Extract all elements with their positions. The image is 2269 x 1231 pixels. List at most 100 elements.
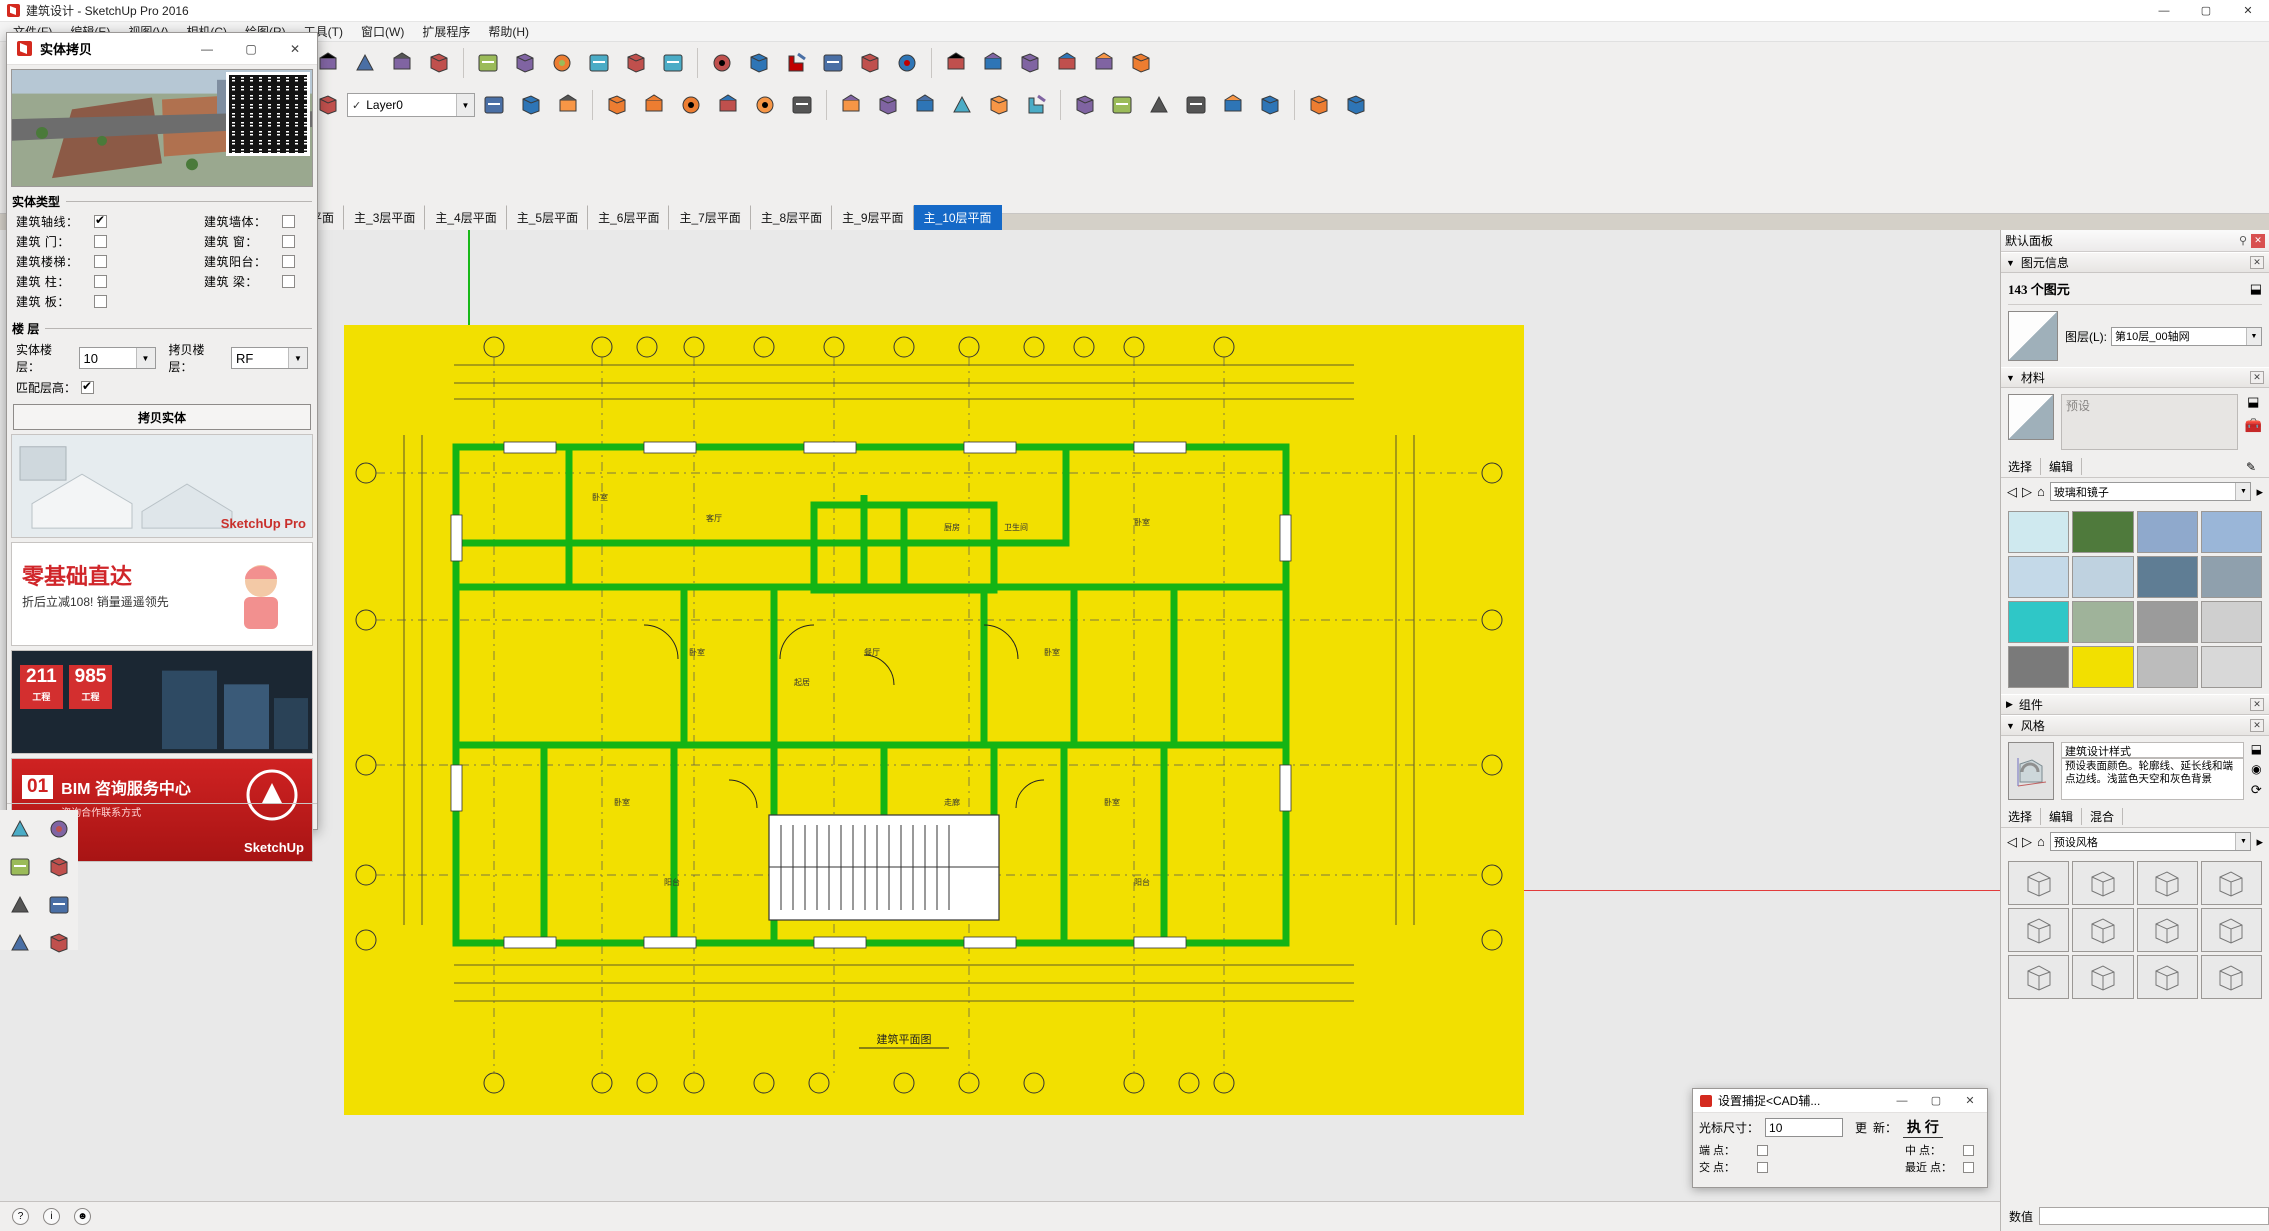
toolbar-button-orbit[interactable] [815,45,851,81]
toolbar-button-next-view[interactable] [1012,45,1048,81]
toolbar-button-push-pull[interactable] [347,45,383,81]
details-icon[interactable]: ▸ [2256,484,2263,500]
scene-tab-4[interactable]: 主_6层平面 [588,205,670,230]
sketchup-pro-ad[interactable]: SketchUp Pro [11,434,313,538]
type-checkbox-2[interactable] [94,255,107,268]
tab-select[interactable]: 选择 [2006,458,2042,475]
type-checkbox2-2[interactable] [282,255,295,268]
entity-material-swatch[interactable] [2008,311,2058,361]
entity-copy-close[interactable]: ✕ [273,33,317,65]
toolbar-button-xray[interactable] [1104,87,1140,123]
toolbar-button-wireframe[interactable] [1178,87,1214,123]
snap-checkbox-0[interactable] [1757,1144,1768,1156]
engineering-ad[interactable]: 211 工程 985 工程 [11,650,313,754]
toolbar-button-scale[interactable] [470,45,506,81]
material-swatch-5[interactable] [2072,556,2134,598]
course-discount-ad[interactable]: 零基础直达 折后立减108! 销量遥遥领先 [11,542,313,646]
materials-close-icon[interactable]: ✕ [2250,371,2264,384]
entity-copy-maximize[interactable]: ▢ [229,33,273,65]
pin-icon[interactable]: ⚲ [2239,234,2247,247]
style-thumbnail-0[interactable] [2008,861,2070,905]
entity-info-close-icon[interactable]: ✕ [2250,256,2264,269]
measurement-input[interactable] [2039,1207,2269,1225]
material-swatch-13[interactable] [2072,646,2134,688]
tool-scale[interactable] [0,848,39,886]
toolbar-button-position-camera[interactable] [1123,45,1159,81]
toolbar-button-interact[interactable] [944,87,980,123]
cursor-size-input[interactable]: 10 [1765,1118,1844,1137]
toolbar-button-3d-text[interactable] [741,45,777,81]
model-canvas[interactable]: 卧室 客厅 厨房 卫生间 卧室 餐厅 起居 卧室 卧室 走廊 卧室 卧室 阳台 阳台 建筑平面… [0,230,2269,1201]
style-thumbnail-8[interactable] [2008,955,2070,999]
tab-select[interactable]: 选择 [2006,808,2042,825]
material-swatch-9[interactable] [2072,601,2134,643]
tool-pan[interactable] [39,848,78,886]
menu-extensions[interactable]: 扩展程序 [413,21,479,42]
section-header-materials[interactable]: ▼ 材料 ✕ [2001,367,2269,388]
style-thumbnail-11[interactable] [2200,955,2262,999]
tray-close-icon[interactable]: ✕ [2251,233,2265,248]
toolbar-button-hidden-line[interactable] [1215,87,1251,123]
section-header-entity-info[interactable]: ▼ 图元信息 ✕ [2001,252,2269,273]
copy-floor-select[interactable]: RF ▼ [231,347,308,369]
toolbar-button-zoom-extents[interactable] [938,45,974,81]
material-swatch-1[interactable] [2072,511,2134,553]
match-height-checkbox[interactable] [81,379,95,394]
tool-person-scale[interactable] [0,886,39,924]
material-swatch-3[interactable] [2200,511,2262,553]
style-thumbnail-5[interactable] [2072,908,2134,952]
material-swatch-14[interactable] [2136,646,2198,688]
toolbar-button-rotate[interactable] [421,45,457,81]
toolbar-button-dynamic-component[interactable] [907,87,943,123]
toolbar-button-protractor[interactable] [581,45,617,81]
scene-tab-2[interactable]: 主_4层平面 [425,205,507,230]
toolbar-button-section-plane[interactable] [778,45,814,81]
components-close-icon[interactable]: ✕ [2250,698,2264,711]
material-library-select[interactable]: 玻璃和镜子 ▼ [2049,482,2252,501]
sample-paint-icon[interactable]: 🧰 [2245,417,2262,434]
menu-window[interactable]: 窗口(W) [352,21,413,42]
material-swatch-6[interactable] [2136,556,2198,598]
snap-maximize[interactable]: ▢ [1919,1089,1953,1113]
material-swatch-11[interactable] [2200,601,2262,643]
toolbar-button-axes[interactable] [618,45,654,81]
type-checkbox-0[interactable] [94,213,107,228]
material-swatch-2[interactable] [2136,511,2198,553]
toolbar-button-monochrome[interactable] [1338,87,1374,123]
material-swatch-0[interactable] [2008,511,2070,553]
toolbar-button-text[interactable] [704,45,740,81]
toolbar-button-add-detail[interactable] [833,87,869,123]
nav-forward-icon[interactable]: ▷ [2022,834,2032,850]
type-checkbox-3[interactable] [94,275,107,288]
menu-help[interactable]: 帮助(H) [479,21,538,42]
layer-select[interactable]: 第10层_00轴网 ▼ [2111,326,2262,346]
details-icon[interactable]: ▸ [2256,834,2263,850]
scene-tab-8[interactable]: 主_10层平面 [913,205,1002,230]
toolbar-button-tape-measure[interactable] [544,45,580,81]
info-icon[interactable]: i [43,1208,60,1225]
toolbar-button-stamp[interactable] [747,87,783,123]
layer-select-toolbar[interactable]: ✓ Layer0 ▼ [347,93,475,117]
floor-plan-drawing[interactable]: 卧室 客厅 厨房 卫生间 卧室 餐厅 起居 卧室 卧室 走廊 卧室 卧室 阳台 阳台 建筑平面… [344,325,1524,1115]
copy-entity-button[interactable]: 拷贝实体 [13,404,311,430]
tab-mix[interactable]: 混合 [2082,808,2124,825]
type-checkbox-1[interactable] [94,235,107,248]
toolbar-button-move[interactable] [384,45,420,81]
toolbar-button-group[interactable] [550,87,586,123]
scene-tab-6[interactable]: 主_8层平面 [750,205,833,230]
scene-tab-5[interactable]: 主_7层平面 [669,205,751,230]
toolbar-button-walk[interactable] [1049,45,1085,81]
material-preview-swatch[interactable] [2008,394,2054,440]
tool-axes[interactable] [39,924,78,962]
tool-select-arrow[interactable] [0,810,39,848]
toolbar-button-shadows[interactable] [981,87,1017,123]
tab-edit[interactable]: 编辑 [2041,808,2083,825]
nav-home-icon[interactable]: ⌂ [2037,834,2045,849]
entity-copy-dialog[interactable]: 实体拷贝 — ▢ ✕ 实体类型 建筑轴线： 建筑墙体： 建筑 门： 建筑 窗： 建筑楼梯… [6,32,318,862]
material-swatch-7[interactable] [2200,556,2262,598]
person-icon[interactable]: ☻ [74,1208,91,1225]
style-library-select[interactable]: 预设风格 ▼ [2049,832,2252,851]
entity-copy-minimize[interactable]: — [185,33,229,65]
eyedropper-icon[interactable]: ✎ [2238,460,2264,474]
style-thumbnail-4[interactable] [2008,908,2070,952]
